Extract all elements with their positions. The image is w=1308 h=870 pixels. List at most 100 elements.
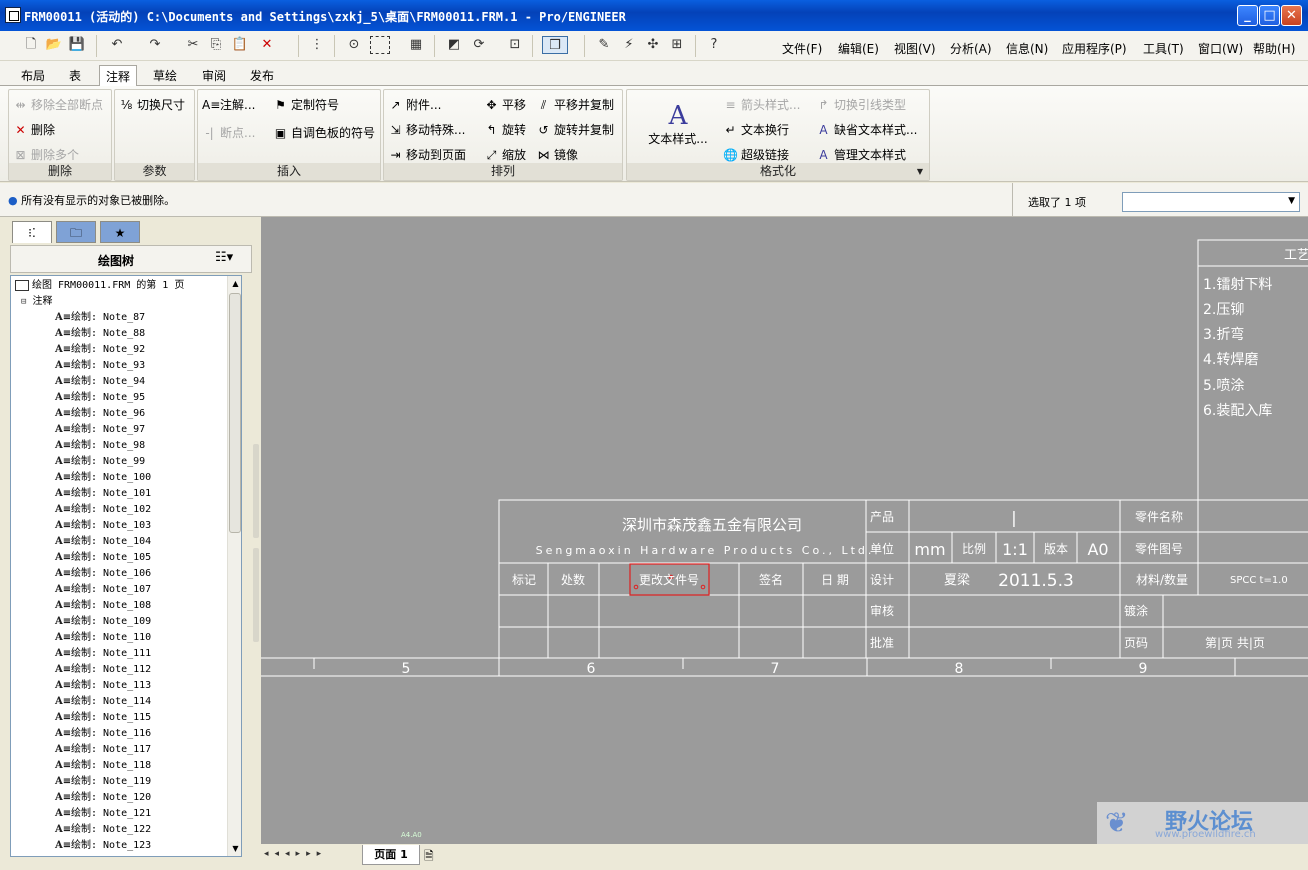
tree-note-item[interactable]: A≡绘制: Note_106	[55, 566, 151, 582]
scroll-down-icon[interactable]: ▼	[228, 841, 241, 856]
tree-note-item[interactable]: A≡绘制: Note_112	[55, 662, 151, 678]
tree-icon[interactable]: ⋮	[308, 36, 326, 54]
tree-note-item[interactable]: A≡绘制: Note_87	[55, 310, 145, 326]
mirror-button[interactable]: ⋈ 镜像	[536, 146, 579, 163]
panel-splitter[interactable]	[253, 444, 259, 538]
cut-icon[interactable]: ✂	[184, 36, 202, 54]
rotate-button[interactable]: ↰ 旋转	[484, 121, 526, 138]
tree-note-item[interactable]: A≡绘制: Note_93	[55, 358, 145, 374]
folder-browser-tab[interactable]: 🗀	[56, 221, 96, 243]
maximize-button[interactable]: □	[1259, 5, 1280, 26]
find-icon[interactable]: ⊙	[345, 36, 363, 54]
tree-note-item[interactable]: A≡绘制: Note_104	[55, 534, 151, 550]
dropdown-arrow-icon[interactable]: ▼	[917, 163, 923, 180]
remove-all-breaks-button[interactable]: ⇹ 移除全部断点	[13, 96, 103, 113]
redo-icon[interactable]: ↷	[146, 36, 164, 54]
copy-icon[interactable]: ⎘	[207, 36, 225, 54]
select-box-icon[interactable]	[370, 36, 390, 54]
tree-note-item[interactable]: A≡绘制: Note_109	[55, 614, 151, 630]
tree-note-item[interactable]: A≡绘制: Note_122	[55, 822, 151, 838]
custom-symbol-button[interactable]: ⚑ 定制符号	[273, 96, 339, 113]
tab-table[interactable]: 表	[63, 65, 87, 86]
snap-icon[interactable]: ✣	[644, 36, 662, 54]
tab-review[interactable]: 审阅	[196, 65, 232, 86]
text-wrap-button[interactable]: ↵ 文本换行	[723, 121, 789, 138]
tree-note-item[interactable]: A≡绘制: Note_95	[55, 390, 145, 406]
tree-note-item[interactable]: A≡绘制: Note_123	[55, 838, 151, 854]
scroll-up-icon[interactable]: ▲	[228, 276, 241, 291]
tree-note-item[interactable]: A≡绘制: Note_111	[55, 646, 151, 662]
tree-note-item[interactable]: A≡绘制: Note_115	[55, 710, 151, 726]
toggle-dimension-button[interactable]: ⅛ 切换尺寸	[119, 96, 185, 113]
arrow-style-button[interactable]: ≡ 箭头样式...	[723, 96, 800, 113]
tree-note-item[interactable]: A≡绘制: Note_121	[55, 806, 151, 822]
model-tree-tab[interactable]: ⁝⁚	[12, 221, 52, 243]
paste-icon[interactable]: 📋	[231, 36, 249, 54]
tab-sketch[interactable]: 草绘	[147, 65, 183, 86]
tree-note-item[interactable]: A≡绘制: Note_99	[55, 454, 145, 470]
breakpoint-button[interactable]: -| 断点...	[202, 124, 255, 141]
panel-splitter-lower[interactable]	[253, 548, 259, 642]
menu-analysis[interactable]: 分析(A)	[950, 40, 992, 57]
note-button[interactable]: A≡注解...	[202, 96, 255, 113]
context-help-icon[interactable]: ?	[705, 36, 723, 54]
new-page-icon[interactable]: 🗎	[424, 847, 434, 868]
tree-root[interactable]: 绘图 FRM00011.FRM 的第 1 页	[15, 278, 184, 294]
translate-copy-button[interactable]: ⫽ 平移并复制	[536, 96, 614, 113]
delete-icon[interactable]: ✕	[258, 36, 276, 54]
tree-note-item[interactable]: A≡绘制: Note_119	[55, 774, 151, 790]
tree-note-item[interactable]: A≡绘制: Note_102	[55, 502, 151, 518]
translate-button[interactable]: ✥ 平移	[484, 96, 526, 113]
tree-note-item[interactable]: A≡绘制: Note_110	[55, 630, 151, 646]
tree-note-item[interactable]: A≡绘制: Note_113	[55, 678, 151, 694]
page-tab-1[interactable]: 页面 1	[362, 845, 420, 865]
minimize-button[interactable]: _	[1237, 5, 1258, 26]
menu-tools[interactable]: 工具(T)	[1143, 40, 1184, 57]
close-button[interactable]: ✕	[1281, 5, 1302, 26]
page-nav-icons[interactable]: ◂◂◂▸▸▸	[264, 849, 327, 859]
tab-publish[interactable]: 发布	[244, 65, 280, 86]
properties-icon[interactable]: ▦	[407, 36, 425, 54]
menu-edit[interactable]: 编辑(E)	[838, 40, 879, 57]
tree-note-item[interactable]: A≡绘制: Note_92	[55, 342, 145, 358]
display-style-icon[interactable]: ❒	[542, 36, 568, 54]
hyperlink-button[interactable]: 🌐 超级链接	[723, 146, 789, 163]
delete-multiple-button[interactable]: ⊠ 删除多个	[13, 146, 79, 163]
tree-note-item[interactable]: A≡绘制: Note_98	[55, 438, 145, 454]
tab-annotate[interactable]: 注释	[99, 65, 138, 86]
tree-note-item[interactable]: A≡绘制: Note_117	[55, 742, 151, 758]
palette-symbol-button[interactable]: ▣ 自调色板的符号	[273, 124, 375, 141]
tree-note-item[interactable]: A≡绘制: Note_107	[55, 582, 151, 598]
move-special-button[interactable]: ⇲ 移动特殊...	[388, 121, 465, 138]
menu-file[interactable]: 文件(F)	[782, 40, 822, 57]
default-text-style-button[interactable]: A 缺省文本样式...	[816, 121, 917, 138]
tree-note-item[interactable]: A≡绘制: Note_100	[55, 470, 151, 486]
toggle-leader-button[interactable]: ↱ 切换引线类型	[816, 96, 906, 113]
menu-help[interactable]: 帮助(H)	[1253, 40, 1295, 57]
tree-folder-notes[interactable]: ⊟ 注释	[21, 294, 52, 310]
repaint-icon[interactable]: ◩	[445, 36, 463, 54]
move-to-page-button[interactable]: ⇥ 移动到页面	[388, 146, 466, 163]
tree-note-item[interactable]: A≡绘制: Note_101	[55, 486, 151, 502]
tree-note-item[interactable]: A≡绘制: Note_96	[55, 406, 145, 422]
new-icon[interactable]: 🗋	[22, 36, 40, 54]
tree-note-item[interactable]: A≡绘制: Note_97	[55, 422, 145, 438]
note-icon[interactable]: ✎	[595, 36, 613, 54]
tree-note-item[interactable]: A≡绘制: Note_114	[55, 694, 151, 710]
tree-note-item[interactable]: A≡绘制: Note_116	[55, 726, 151, 742]
attach-button[interactable]: ↗ 附件...	[388, 96, 441, 113]
tree-note-item[interactable]: A≡绘制: Note_88	[55, 326, 145, 342]
tree-note-item[interactable]: A≡绘制: Note_94	[55, 374, 145, 390]
tree-note-item[interactable]: A≡绘制: Note_108	[55, 598, 151, 614]
symbol-icon[interactable]: ⚡	[620, 36, 638, 54]
text-style-button[interactable]: A 文本样式...	[645, 102, 711, 147]
manage-text-style-button[interactable]: A 管理文本样式	[816, 146, 906, 163]
rotate-copy-button[interactable]: ↺ 旋转并复制	[536, 121, 614, 138]
selection-filter-select[interactable]: ▼	[1122, 192, 1300, 212]
menu-view[interactable]: 视图(V)	[894, 40, 936, 57]
save-icon[interactable]: 💾	[68, 36, 86, 54]
menu-applications[interactable]: 应用程序(P)	[1062, 40, 1127, 57]
open-icon[interactable]: 📂	[45, 36, 63, 54]
scale-button[interactable]: ⤢ 缩放	[484, 146, 526, 163]
undo-icon[interactable]: ↶	[108, 36, 126, 54]
